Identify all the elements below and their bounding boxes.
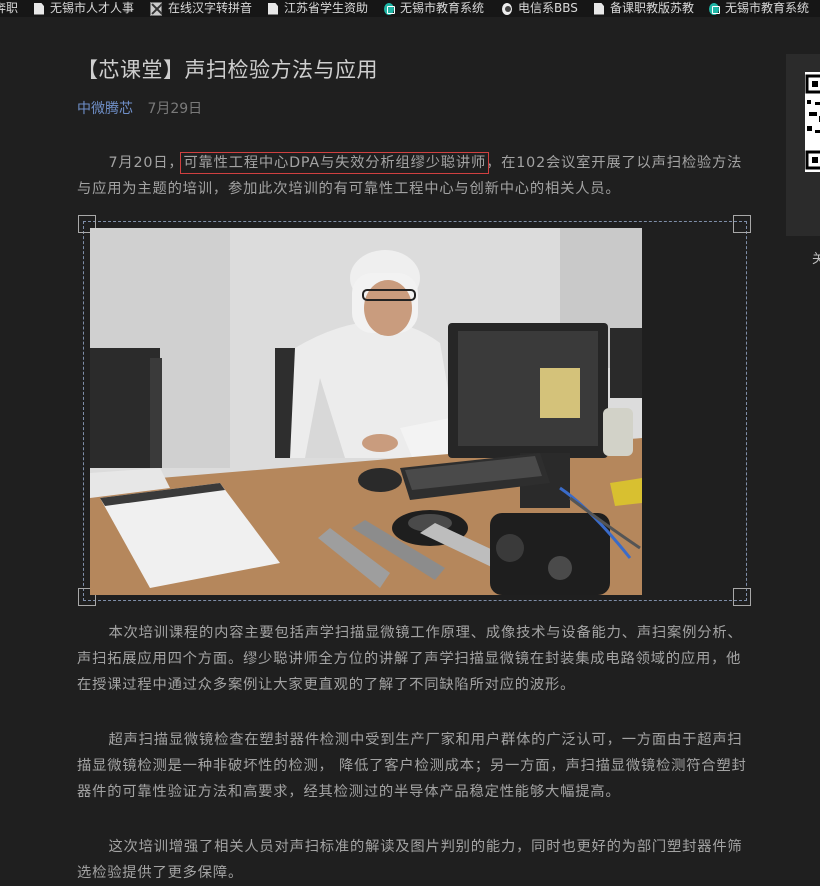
bookmark-item[interactable]: 无锡市教育系统 xyxy=(384,0,484,17)
paragraph: 本次培训课程的内容主要包括声学扫描显微镜工作原理、成像技术与设备能力、声扫案例分… xyxy=(77,625,743,693)
bookmark-item[interactable]: 在线汉字转拼音 xyxy=(150,0,252,17)
bookmark-label: 电信系BBS xyxy=(518,1,578,15)
paragraph: 超声扫描显微镜检查在塑封器件检测中受到生产厂家和用户群体的广泛认可，一方面由于超… xyxy=(77,732,747,800)
bookmark-item[interactable]: 江苏省学生资助 xyxy=(268,0,368,17)
paragraph: 这次培训增强了相关人员对声扫标准的解读及图片判别的能力，同时也更好的为部门塑封器… xyxy=(77,839,743,881)
pinyin-tool-icon xyxy=(150,1,162,16)
bookmark-label: 无锡市教育系统 xyxy=(400,1,485,15)
qr-panel-label: 关 xyxy=(812,252,820,267)
page-icon xyxy=(34,2,44,15)
bookmark-label: 奔职 xyxy=(0,1,19,15)
bookmark-item[interactable]: 无锡市教育系统 xyxy=(709,0,809,17)
bookmark-label: 无锡市人才人事 xyxy=(50,1,135,15)
training-photo[interactable] xyxy=(90,228,642,595)
bookmark-item[interactable]: 备课职教版苏教 xyxy=(594,0,694,17)
resize-handle-top-right[interactable] xyxy=(733,215,751,233)
bookmark-label: 备课职教版苏教 xyxy=(610,1,695,15)
education-site-icon xyxy=(709,2,720,15)
highlighted-lecturer-text: 可靠性工程中心DPA与失效分析组缪少聪讲师 xyxy=(180,152,490,174)
bbs-icon xyxy=(502,2,512,15)
page-icon xyxy=(594,2,604,15)
page-icon xyxy=(268,2,278,15)
bookmark-item[interactable]: 电信系BBS xyxy=(502,0,578,17)
qr-code-panel[interactable]: 关 xyxy=(786,54,820,267)
publish-date: 7月29日 xyxy=(147,101,203,117)
qr-code-image xyxy=(805,72,820,172)
bookmark-label: 在线汉字转拼音 xyxy=(168,1,253,15)
article-title: 【芯课堂】声扫检验方法与应用 xyxy=(77,58,378,82)
paragraph: 7月20日，可靠性工程中心DPA与失效分析组缪少聪讲师，在102会议室开展了以声… xyxy=(77,150,754,202)
paragraph-prefix: 7月20日， xyxy=(108,155,184,171)
bookmark-label: 江苏省学生资助 xyxy=(284,1,369,15)
bookmarks-bar: 奔职 无锡市人才人事 在线汉字转拼音 江苏省学生资助 无锡市教育系统 电信系BB… xyxy=(0,0,820,17)
bookmark-label: 无锡市教育系统 xyxy=(725,1,810,15)
resize-handle-bottom-right[interactable] xyxy=(733,588,751,606)
bookmark-item[interactable]: 无锡市人才人事 xyxy=(34,0,134,17)
article-meta: 中微腾芯 7月29日 xyxy=(77,98,202,118)
bookmark-item[interactable]: 奔职 xyxy=(0,0,18,17)
author-link[interactable]: 中微腾芯 xyxy=(77,101,133,117)
education-site-icon xyxy=(384,2,395,15)
